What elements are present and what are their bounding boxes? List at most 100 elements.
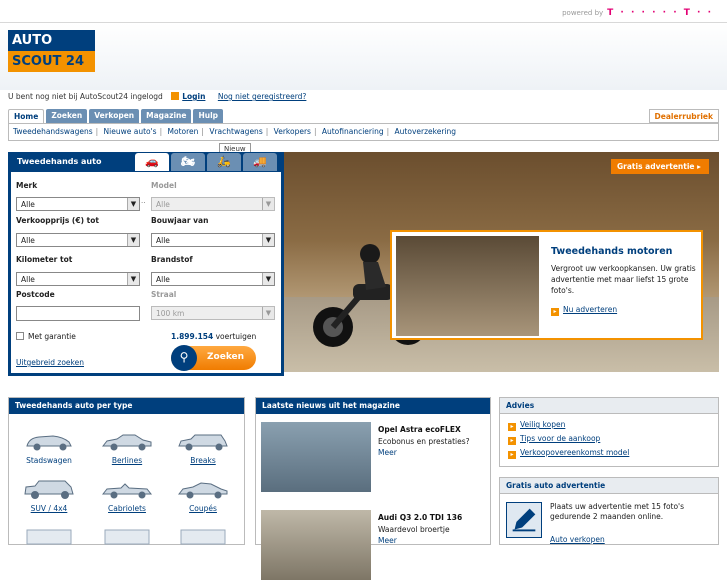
car-icon (177, 482, 228, 499)
tab-verkopen[interactable]: Verkopen (89, 109, 140, 123)
news-more-link[interactable]: Meer (378, 536, 397, 545)
sub-navigation: Tweedehandswagens | Nieuwe auto's | Motore… (8, 123, 719, 141)
car-icon (178, 434, 228, 451)
car-icon (24, 480, 74, 499)
type-more[interactable] (91, 524, 163, 550)
list-item: ▸ Veilig kopen (508, 420, 710, 431)
news-item-title[interactable]: Audi Q3 2.0 TDI 136 (378, 513, 462, 522)
type-more[interactable] (167, 524, 239, 550)
chevron-down-icon: ▼ (262, 273, 274, 285)
bouwjaar-label: Bouwjaar van (151, 216, 209, 225)
tab-zoeken[interactable]: Zoeken (46, 109, 88, 123)
news-item-text: Waardevol broertje (378, 525, 450, 534)
header: AUTO SCOUT 24 (0, 23, 727, 90)
type-breaks[interactable]: Breaks (167, 430, 239, 465)
free-ad-text: Plaats uw advertentie met 15 foto's gedu… (550, 502, 685, 521)
news-panel: Laatste nieuws uit het magazine Opel Ast… (255, 397, 491, 580)
brandstof-label: Brandstof (151, 255, 193, 264)
car-icon (180, 529, 226, 545)
powered-by: powered by T · · · · · · T · · (562, 8, 713, 18)
garantie-checkbox[interactable]: Met garantie (16, 332, 76, 341)
vehicle-count: 1.899.154 voertuigen (171, 332, 257, 341)
dealer-tab[interactable]: Dealerrubriek (648, 109, 719, 123)
brandstof-select[interactable]: Alle ▼ (151, 272, 275, 286)
type-coupes[interactable]: Coupés (167, 478, 239, 513)
bouwjaar-select[interactable]: Alle ▼ (151, 233, 275, 247)
km-select[interactable]: Alle ▼ (16, 272, 140, 286)
tab-home[interactable]: Home (8, 109, 45, 123)
subnav-item[interactable]: Verkopers (274, 127, 311, 136)
tab-hulp[interactable]: Hulp (193, 109, 224, 123)
merk-label: Merk (16, 181, 38, 190)
tab-magazine[interactable]: Magazine (141, 109, 192, 123)
type-stadswagen[interactable]: Stadswagen (13, 430, 85, 465)
chevron-down-icon: ▼ (127, 273, 139, 285)
subnav-item[interactable]: Tweedehandswagens (13, 127, 93, 136)
chevron-down-icon: ▼ (127, 234, 139, 246)
news-item: Opel Astra ecoFLEX Ecobonus en prestatie… (261, 422, 487, 494)
subnav-item[interactable]: Vrachtwagens (209, 127, 262, 136)
model-select[interactable]: Alle ▼ (151, 197, 275, 211)
car-icon (101, 483, 153, 499)
promo-link-wrap: ▸ Nu adverteren (551, 305, 617, 316)
news-image[interactable] (261, 510, 371, 580)
car-icon (26, 435, 72, 451)
free-ad-link[interactable]: Auto verkopen (550, 535, 605, 544)
promo-box: Tweedehands motoren Vergroot uw verkoopk… (390, 230, 703, 340)
type-cabriolets[interactable]: Cabriolets (91, 478, 163, 513)
merk-select[interactable]: Alle ▼ (16, 197, 140, 211)
list-item: ▸ Verkoopovereenkomst model (508, 448, 710, 459)
types-panel: Tweedehands auto per type Stadswagen Ber… (8, 397, 245, 545)
news-item: Audi Q3 2.0 TDI 136 Waardevol broertje M… (261, 510, 487, 580)
scooter-icon[interactable]: 🛵 (207, 153, 241, 171)
autoscout24-logo[interactable]: AUTO SCOUT 24 (8, 30, 95, 72)
free-ad-title: Gratis auto advertentie (500, 478, 718, 494)
checkbox[interactable] (16, 332, 24, 340)
promo-title: Tweedehands motoren (551, 246, 673, 257)
login-link[interactable]: Login (182, 92, 205, 101)
car-icon (26, 529, 72, 545)
truck-icon[interactable]: 🚚 (243, 153, 277, 171)
subnav-item[interactable]: Autofinanciering (322, 127, 384, 136)
promo-text: Vergroot uw verkoopkansen. Uw gratis adv… (551, 264, 696, 295)
vehicle-type-tabs: 🚗 🏍 🛵 🚚 (133, 153, 277, 171)
prijs-select[interactable]: Alle ▼ (16, 233, 140, 247)
postcode-input[interactable] (16, 306, 140, 321)
type-suv[interactable]: SUV / 4x4 (13, 478, 85, 513)
advies-panel: Advies ▸ Veilig kopen ▸ Tips voor de aanko… (499, 397, 719, 467)
motorcycle-icon[interactable]: 🏍 (171, 153, 205, 171)
separator: | (313, 127, 317, 136)
search-box: Tweedehands auto 🚗 🏍 🛵 🚚 (8, 152, 284, 376)
promo-link[interactable]: Nu adverteren (563, 305, 617, 314)
news-more-link[interactable]: Meer (378, 448, 397, 457)
search-button[interactable]: ⚲ Zoeken (171, 345, 256, 371)
search-header: Tweedehands auto 🚗 🏍 🛵 🚚 (11, 152, 281, 172)
navigation: Home Zoeken Verkopen Magazine Hulp Deale… (8, 109, 719, 149)
news-item-title[interactable]: Opel Astra ecoFLEX (378, 425, 461, 434)
arrow-icon: ▸ (508, 423, 516, 431)
news-image[interactable] (261, 422, 371, 492)
subnav-item[interactable]: Motoren (168, 127, 199, 136)
arrow-icon: ▸ (508, 437, 516, 445)
telekom-logo: T · · · · · · T · · (607, 8, 713, 18)
logo-line2: SCOUT 24 (8, 51, 95, 72)
login-line: U bent nog niet bij AutoScout24 ingelogd… (8, 92, 316, 101)
straal-select[interactable]: 100 km ▼ (151, 306, 275, 320)
list-item: ▸ Tips voor de aankoop (508, 434, 710, 445)
free-ad-button[interactable]: Gratis advertentie ▸ (611, 159, 709, 174)
subnav-item[interactable]: Autoverzekering (395, 127, 456, 136)
prijs-label: Verkoopprijs (€) tot (16, 216, 99, 225)
car-icon[interactable]: 🚗 (135, 153, 169, 171)
model-label: Model (151, 181, 177, 190)
advies-link[interactable]: Verkoopovereenkomst model (520, 448, 629, 457)
advies-link[interactable]: Tips voor de aankoop (520, 434, 600, 443)
advanced-search-link[interactable]: Uitgebreid zoeken (16, 358, 84, 367)
register-link[interactable]: Nog niet geregistreerd? (218, 92, 307, 101)
advies-link[interactable]: Veilig kopen (520, 420, 565, 429)
type-berlines[interactable]: Berlines (91, 430, 163, 465)
postcode-label: Postcode (16, 290, 55, 299)
login-icon (171, 92, 180, 100)
subnav-item[interactable]: Nieuwe auto's (104, 127, 157, 136)
type-more[interactable] (13, 524, 85, 550)
logo-line1: AUTO (8, 30, 95, 51)
